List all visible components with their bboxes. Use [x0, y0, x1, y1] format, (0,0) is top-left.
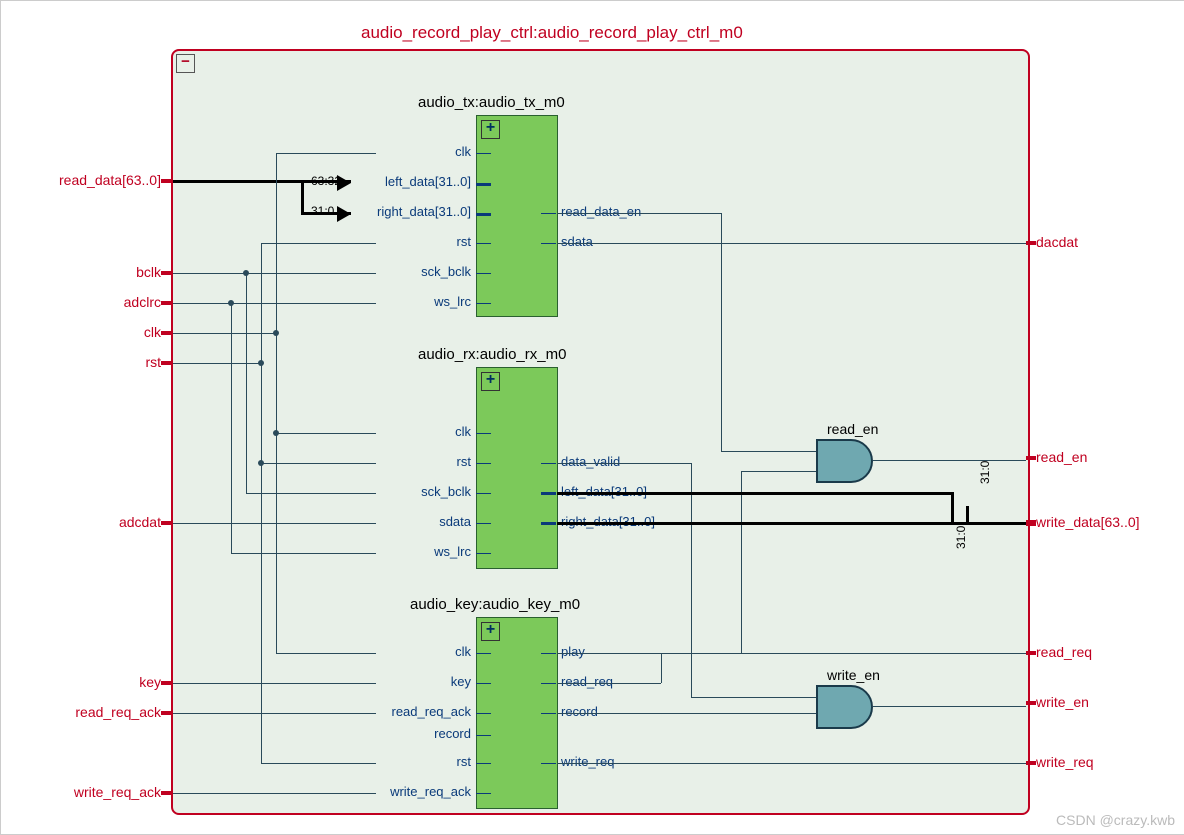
ext-port-read-req: read_req [1036, 644, 1092, 660]
pin-bclk [161, 271, 171, 275]
key-in-read-req-ack: read_req_ack [351, 704, 471, 719]
tx-block[interactable] [476, 115, 558, 317]
rx-block[interactable] [476, 367, 558, 569]
key-out-record: record [561, 704, 598, 719]
key-in-rst: rst [351, 754, 471, 769]
pin-write-data [1026, 520, 1036, 526]
top-module-box [171, 49, 1030, 815]
tx-in-sck-bclk: sck_bclk [351, 264, 471, 279]
key-expand-icon[interactable]: + [481, 622, 500, 641]
rx-in-sdata: sdata [351, 514, 471, 529]
gate-write-en-label: write_en [827, 667, 880, 683]
pin-write-req [1026, 761, 1036, 765]
pin-adcdat [161, 521, 171, 525]
bus-out-lo: 31:0 [954, 526, 968, 549]
rx-in-rst: rst [351, 454, 471, 469]
pin-write-req-ack [161, 791, 171, 795]
tx-title: audio_tx:audio_tx_m0 [418, 94, 565, 111]
rx-out-data-valid: data_valid [561, 454, 620, 469]
key-out-play: play [561, 644, 585, 659]
ext-port-clk: clk [16, 324, 161, 340]
pin-clk [161, 331, 171, 335]
key-in-key: key [351, 674, 471, 689]
key-in-clk: clk [351, 644, 471, 659]
top-module-title: audio_record_play_ctrl:audio_record_play… [361, 23, 743, 43]
ext-port-adclrc: adclrc [16, 294, 161, 310]
rx-in-ws-lrc: ws_lrc [351, 544, 471, 559]
collapse-icon[interactable]: − [176, 54, 195, 73]
ext-port-adcdat: adcdat [16, 514, 161, 530]
ext-port-rst: rst [16, 354, 161, 370]
ext-port-read-data: read_data[63..0] [16, 172, 161, 188]
watermark: CSDN @crazy.kwb [1056, 812, 1175, 828]
gate-read-en-label: read_en [827, 421, 878, 437]
key-out-write-req: write_req [561, 754, 614, 769]
pin-read-req-ack [161, 711, 171, 715]
ext-port-write-req: write_req [1036, 754, 1094, 770]
tx-bus-lo: 31:0 [311, 204, 334, 218]
tx-in-clk: clk [351, 144, 471, 159]
ext-port-key: key [16, 674, 161, 690]
key-title: audio_key:audio_key_m0 [410, 596, 580, 613]
diagram-canvas: audio_record_play_ctrl:audio_record_play… [0, 0, 1184, 835]
rx-expand-icon[interactable]: + [481, 372, 500, 391]
and-gate-read-en [816, 439, 886, 484]
ext-port-write-en: write_en [1036, 694, 1089, 710]
tx-out-sdata: sdata [561, 234, 593, 249]
pin-read-req [1026, 651, 1036, 655]
pin-rst [161, 361, 171, 365]
ext-port-write-req-ack: write_req_ack [16, 784, 161, 800]
ext-port-write-data: write_data[63..0] [1036, 514, 1140, 530]
rx-in-sck-bclk: sck_bclk [351, 484, 471, 499]
pin-read-data [161, 179, 171, 183]
and-gate-write-en [816, 685, 886, 730]
pin-key [161, 681, 171, 685]
pin-write-en [1026, 701, 1036, 705]
tx-out-read-data-en: read_data_en [561, 204, 641, 219]
tx-in-left-data: left_data[31..0] [351, 174, 471, 189]
pin-adclrc [161, 301, 171, 305]
tx-expand-icon[interactable]: + [481, 120, 500, 139]
rx-in-clk: clk [351, 424, 471, 439]
key-in-write-req-ack: write_req_ack [351, 784, 471, 799]
ext-port-bclk: bclk [16, 264, 161, 280]
tx-in-right-data: right_data[31..0] [351, 204, 471, 219]
ext-port-dacdat: dacdat [1036, 234, 1078, 250]
pin-dacdat [1026, 241, 1036, 245]
tx-in-rst: rst [351, 234, 471, 249]
rx-title: audio_rx:audio_rx_m0 [418, 346, 566, 363]
pin-read-en [1026, 456, 1036, 460]
ext-port-read-req-ack: read_req_ack [16, 704, 161, 720]
bus-out-hi: 31:0 [978, 461, 992, 484]
ext-port-read-en: read_en [1036, 449, 1087, 465]
key-in-record: record [351, 726, 471, 741]
key-out-read-req: read_req [561, 674, 613, 689]
tx-in-ws-lrc: ws_lrc [351, 294, 471, 309]
